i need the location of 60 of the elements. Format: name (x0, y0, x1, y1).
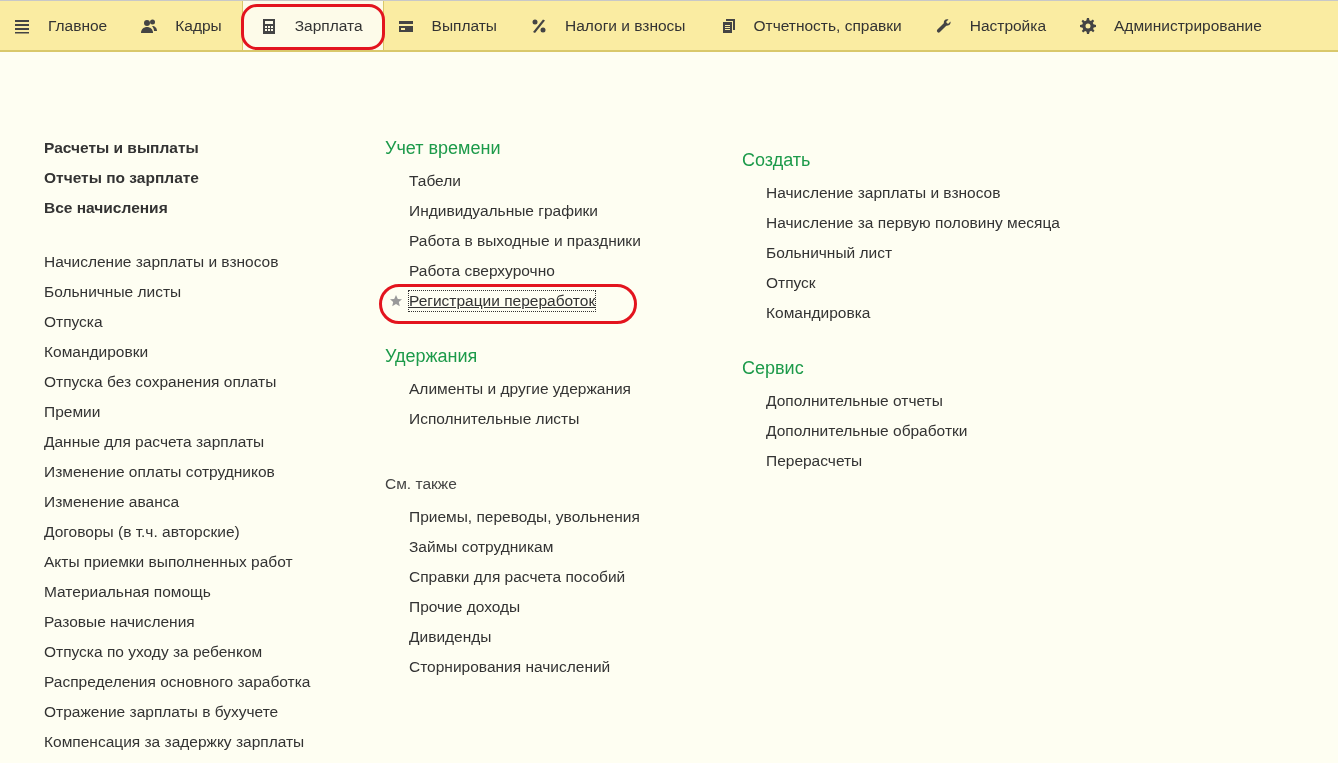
nav-link[interactable]: Работа сверхурочно (409, 261, 555, 281)
nav-link[interactable]: Отпуск (766, 273, 816, 293)
nav-link[interactable]: Дивиденды (409, 627, 492, 647)
nav-link[interactable]: Отпуска без сохранения оплаты (44, 373, 277, 390)
nav-link[interactable]: Разовые начисления (44, 613, 195, 630)
nav-link[interactable]: Компенсация за задержку зарплаты (44, 733, 305, 750)
section-tab[interactable]: Настройка (921, 1, 1067, 50)
section-tab[interactable]: Налоги и взносы (517, 1, 706, 50)
section-heading: См. также (385, 474, 458, 494)
nav-link[interactable]: Дополнительные отчеты (766, 391, 943, 411)
nav-link[interactable]: Начисление зарплаты и взносов (44, 253, 279, 270)
section-tab[interactable]: Главное (0, 1, 128, 50)
people-icon (141, 17, 158, 34)
section-heading: Удержания (385, 345, 479, 368)
section-tab[interactable]: Кадры (127, 1, 242, 50)
calculator-icon (260, 17, 277, 34)
nav-link[interactable]: Акты приемки выполненных работ (44, 553, 293, 570)
section-heading: Учет времени (385, 137, 502, 160)
nav-link[interactable]: Отпуска по уходу за ребенком (44, 643, 263, 660)
nav-link[interactable]: Больничные листы (44, 283, 182, 300)
nav-link[interactable]: Договоры (в т.ч. авторские) (44, 523, 240, 540)
nav-link[interactable]: Изменение аванса (44, 493, 180, 510)
nav-link[interactable]: Все начисления (44, 199, 168, 216)
nav-link[interactable]: Отражение зарплаты в бухучете (44, 703, 279, 720)
nav-link[interactable]: Исполнительные листы (409, 409, 580, 429)
nav-link[interactable]: Материальная помощь (44, 583, 211, 600)
nav-link[interactable]: Алименты и другие удержания (409, 379, 631, 399)
nav-link[interactable]: Перерасчеты (766, 451, 863, 471)
nav-link[interactable]: Изменение оплаты сотрудников (44, 463, 275, 480)
nav-link[interactable]: Работа в выходные и праздники (409, 231, 641, 251)
section-tab[interactable]: Выплаты (383, 1, 517, 50)
nav-link[interactable]: Отчеты по зарплате (44, 169, 199, 186)
nav-link[interactable]: Командировки (44, 343, 149, 360)
gear-icon (1080, 17, 1097, 34)
nav-link[interactable]: Командировка (766, 303, 871, 323)
nav-link[interactable]: Займы сотрудникам (409, 537, 554, 557)
nav-link[interactable]: Отпуска (44, 313, 103, 330)
nav-link[interactable]: Приемы, переводы, увольнения (409, 507, 640, 527)
nav-link[interactable]: Премии (44, 403, 101, 420)
section-tab[interactable]: Отчетность, справки (705, 1, 922, 50)
nav-link[interactable]: Табели (409, 171, 461, 191)
nav-link[interactable]: Данные для расчета зарплаты (44, 433, 265, 450)
nav-link[interactable]: Дополнительные обработки (766, 421, 968, 441)
nav-link[interactable]: Начисление за первую половину месяца (766, 213, 1060, 233)
section-heading: Сервис (742, 357, 805, 380)
nav-link[interactable]: Сторнирования начислений (409, 657, 611, 677)
section-tab[interactable]: Зарплата (241, 1, 384, 50)
nav-link[interactable]: Больничный лист (766, 243, 893, 263)
nav-link[interactable]: Начисление зарплаты и взносов (766, 183, 1001, 203)
section-tab[interactable]: Администрирование (1066, 1, 1282, 50)
nav-link[interactable]: Регистрации переработок (409, 291, 596, 311)
nav-link[interactable]: Прочие доходы (409, 597, 521, 617)
section-heading: Создать (742, 149, 812, 172)
nav-link[interactable]: Индивидуальные графики (409, 201, 599, 221)
wrench-icon (935, 17, 952, 34)
menu-icon (14, 17, 30, 34)
nav-link[interactable]: Расчеты и выплаты (44, 139, 199, 156)
percent-icon (531, 17, 547, 34)
nav-link[interactable]: Распределения основного заработка (44, 673, 311, 690)
nav-link[interactable]: Справки для расчета пособий (409, 567, 626, 587)
